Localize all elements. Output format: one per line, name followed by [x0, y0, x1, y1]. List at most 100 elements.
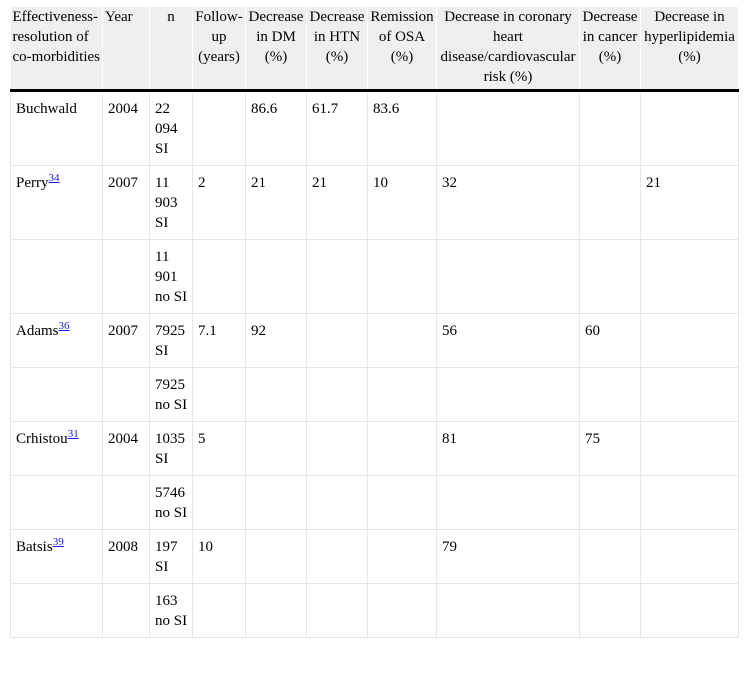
- column-header-osa: Remission of OSA (%): [367, 7, 437, 92]
- header-row: Effectiveness-resolution of co-morbiditi…: [10, 7, 739, 92]
- cell-dm: [245, 529, 307, 584]
- cell-author: Adams36: [10, 313, 103, 368]
- cell-htn: [306, 239, 368, 314]
- table-row: Crhistou31 2004 1035 SI 5 81 75: [10, 421, 739, 476]
- cell-cancer: [579, 475, 641, 530]
- column-header-htn: Decrease in HTN (%): [306, 7, 368, 92]
- cell-author: Perry34: [10, 165, 103, 240]
- osa-text: 83.6: [373, 101, 400, 117]
- cell-chd: 56: [436, 313, 580, 368]
- cell-author: Batsis39: [10, 529, 103, 584]
- column-header-followup: Follow-up (years): [192, 7, 246, 92]
- column-header-chd: Decrease in coronary heart disease/cardi…: [436, 7, 580, 92]
- cell-osa: [367, 529, 437, 584]
- cell-dm: [245, 239, 307, 314]
- author-text: Batsis: [16, 539, 53, 555]
- n-text: 5746 no SI: [155, 485, 188, 521]
- cell-cancer: [579, 90, 641, 166]
- reference-link[interactable]: 36: [59, 320, 70, 332]
- cell-followup: [192, 90, 246, 166]
- cell-cancer: [579, 239, 641, 314]
- cell-n: 7925 no SI: [149, 367, 193, 422]
- followup-text: 10: [198, 539, 213, 555]
- reference-link[interactable]: 31: [68, 428, 79, 440]
- column-header-dm: Decrease in DM (%): [245, 7, 307, 92]
- year-text: 2008: [108, 539, 138, 555]
- table-body: Buchwald 2004 22 094 SI 86.6 61.7 83.6 Perry34…: [10, 90, 739, 638]
- cell-osa: 10: [367, 165, 437, 240]
- reference-superscript: 36: [59, 318, 70, 332]
- cell-cancer: [579, 583, 641, 638]
- year-text: 2007: [108, 323, 138, 339]
- cell-htn: [306, 475, 368, 530]
- cell-hyper: [640, 90, 739, 166]
- n-text: 22 094 SI: [155, 101, 178, 157]
- year-text: 2004: [108, 101, 138, 117]
- comorbidities-table: Effectiveness-resolution of co-morbiditi…: [10, 7, 739, 638]
- cell-htn: 21: [306, 165, 368, 240]
- reference-superscript: 34: [49, 170, 60, 184]
- table-row: Adams36 2007 7925 SI 7.1 92 56 60: [10, 313, 739, 368]
- cell-year: 2004: [102, 421, 150, 476]
- followup-text: 7.1: [198, 323, 217, 339]
- cell-followup: 7.1: [192, 313, 246, 368]
- year-text: 2007: [108, 175, 138, 191]
- cell-htn: [306, 313, 368, 368]
- cell-dm: 21: [245, 165, 307, 240]
- cell-dm: [245, 421, 307, 476]
- cell-cancer: [579, 165, 641, 240]
- year-text: 2004: [108, 431, 138, 447]
- cell-chd: 32: [436, 165, 580, 240]
- column-header-n: n: [149, 7, 193, 92]
- cell-cancer: [579, 367, 641, 422]
- reference-superscript: 39: [53, 534, 64, 548]
- column-header-cancer: Decrease in cancer (%): [579, 7, 641, 92]
- cell-osa: [367, 313, 437, 368]
- cell-year: 2008: [102, 529, 150, 584]
- cell-year: 2007: [102, 165, 150, 240]
- cell-year: 2007: [102, 313, 150, 368]
- author-text: Adams: [16, 323, 59, 339]
- cell-author: Buchwald: [10, 90, 103, 166]
- chd-text: 79: [442, 539, 457, 555]
- cell-cancer: [579, 529, 641, 584]
- cell-htn: [306, 583, 368, 638]
- cell-n: 5746 no SI: [149, 475, 193, 530]
- dm-text: 21: [251, 175, 266, 191]
- n-text: 11 901 no SI: [155, 249, 188, 305]
- cell-htn: [306, 529, 368, 584]
- cell-cancer: 75: [579, 421, 641, 476]
- cancer-text: 75: [585, 431, 600, 447]
- cell-osa: [367, 583, 437, 638]
- n-text: 1035 SI: [155, 431, 185, 467]
- cell-osa: [367, 367, 437, 422]
- cell-year: [102, 239, 150, 314]
- cell-hyper: [640, 583, 739, 638]
- cell-followup: [192, 239, 246, 314]
- cell-year: [102, 367, 150, 422]
- reference-link[interactable]: 39: [53, 536, 64, 548]
- cell-hyper: [640, 421, 739, 476]
- n-text: 7925 no SI: [155, 377, 188, 413]
- cell-htn: 61.7: [306, 90, 368, 166]
- chd-text: 81: [442, 431, 457, 447]
- cell-followup: [192, 367, 246, 422]
- osa-text: 10: [373, 175, 388, 191]
- cell-followup: [192, 583, 246, 638]
- cell-chd: [436, 239, 580, 314]
- n-text: 163 no SI: [155, 593, 188, 629]
- cell-dm: [245, 583, 307, 638]
- cell-dm: 92: [245, 313, 307, 368]
- cell-author: Crhistou31: [10, 421, 103, 476]
- cell-chd: 81: [436, 421, 580, 476]
- htn-text: 61.7: [312, 101, 339, 117]
- n-text: 7925 SI: [155, 323, 185, 359]
- cell-htn: [306, 421, 368, 476]
- followup-text: 2: [198, 175, 206, 191]
- cell-author: [10, 239, 103, 314]
- reference-link[interactable]: 34: [49, 172, 60, 184]
- table-row: Batsis39 2008 197 SI 10 79: [10, 529, 739, 584]
- cell-followup: [192, 475, 246, 530]
- cell-n: 11 901 no SI: [149, 239, 193, 314]
- cell-hyper: [640, 529, 739, 584]
